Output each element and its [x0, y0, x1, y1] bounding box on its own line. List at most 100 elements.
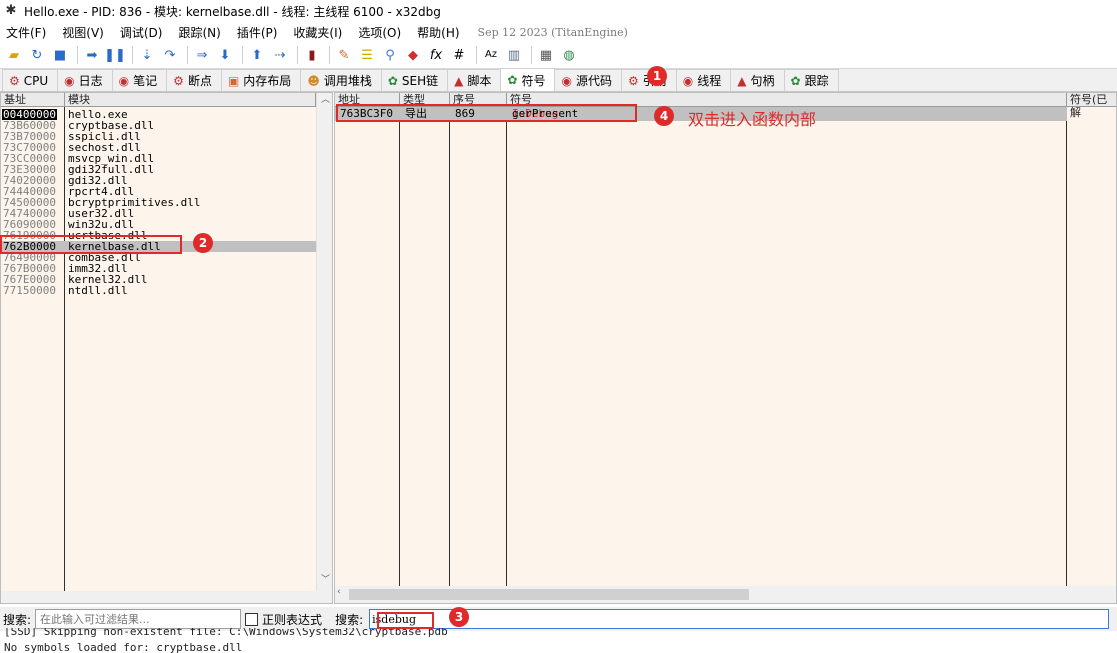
- filter-input[interactable]: [35, 609, 242, 629]
- column-header-symbol-undecorated[interactable]: 符号(已解: [1067, 93, 1116, 119]
- stop-icon[interactable]: ■: [50, 45, 70, 65]
- symbol-search-input[interactable]: isdebug: [369, 609, 1110, 629]
- symbols-horizontal-scrollbar[interactable]: ‹: [335, 586, 1116, 603]
- call-stack-icon: ☻: [307, 73, 320, 88]
- tab-notes[interactable]: ◉ 笔记: [111, 69, 168, 91]
- annotation-box-symbol: [336, 104, 637, 122]
- step-into-icon[interactable]: ⇣: [137, 45, 157, 65]
- tab-bar: ⚙ CPU ◉ 日志 ◉ 笔记 ⚙ 断点 ▣ 内存布局 ☻ 调用堆栈 ✿ SEH链 ▲ 脚本 ✿…: [0, 68, 1117, 92]
- modules-vertical-scrollbar[interactable]: ︿ ﹀: [316, 93, 332, 593]
- bug-icon: ✱: [5, 3, 17, 18]
- handles-icon: ▲: [737, 73, 747, 88]
- annotation-box-search: [377, 612, 434, 629]
- tab-trace[interactable]: ✿ 跟踪: [783, 69, 839, 91]
- annotation-badge: 1: [647, 66, 667, 86]
- hash-icon[interactable]: ▥: [504, 45, 524, 65]
- strings-icon[interactable]: Az: [481, 45, 501, 65]
- annotation-box-module: [0, 235, 182, 254]
- breakpoint-icon: ⚙: [173, 73, 184, 88]
- run-icon[interactable]: ➡: [82, 45, 102, 65]
- menu-debug[interactable]: 调试(D): [120, 24, 163, 41]
- annotation-badge: 2: [193, 233, 213, 253]
- log-line: No symbols loaded for: cryptbase.dll: [4, 641, 243, 653]
- menu-options[interactable]: 选项(O): [358, 24, 401, 41]
- menu-help[interactable]: 帮助(H): [417, 24, 459, 41]
- search-label: 搜索:: [335, 612, 364, 627]
- menu-plugins[interactable]: 插件(P): [237, 24, 278, 41]
- trace-into-icon[interactable]: ⇒: [192, 45, 212, 65]
- toolbar-separator: [531, 46, 532, 64]
- menu-bar: 文件(F) 视图(V) 调试(D) 跟踪(N) 插件(P) 收藏夹(I) 选项(…: [0, 22, 1117, 42]
- cpu-icon: ⚙: [9, 73, 20, 88]
- tab-breakpoints[interactable]: ⚙ 断点: [166, 69, 222, 91]
- menu-view[interactable]: 视图(V): [62, 24, 104, 41]
- column-header-module[interactable]: 模块: [65, 93, 316, 107]
- trace-icon: ✿: [790, 73, 801, 88]
- tab-threads[interactable]: ◉ 线程: [675, 69, 732, 91]
- open-icon[interactable]: ▰: [4, 45, 24, 65]
- patch-icon[interactable]: ✎: [334, 45, 354, 65]
- log-icon: ◉: [64, 73, 75, 88]
- chevron-up-icon[interactable]: ︿: [317, 93, 332, 107]
- step-over-icon[interactable]: ↷: [160, 45, 180, 65]
- scrollbar-thumb[interactable]: [349, 589, 749, 600]
- script-icon: ▲: [454, 73, 464, 88]
- restart-icon[interactable]: ↻: [27, 45, 47, 65]
- menu-favourites[interactable]: 收藏夹(I): [293, 24, 342, 41]
- run-to-user-code-icon[interactable]: ⇢: [270, 45, 290, 65]
- globe-icon[interactable]: ◍: [559, 45, 579, 65]
- menu-trace[interactable]: 跟踪(N): [178, 24, 220, 41]
- toolbar-separator: [187, 46, 188, 64]
- column-divider: [506, 107, 507, 587]
- symbols-panel: 地址 类型 序号 符号 符号(已解 763BC3F0 导出 869 IsDebu…: [334, 92, 1117, 604]
- chevron-left-icon[interactable]: ‹: [337, 587, 341, 597]
- tab-handles[interactable]: ▲ 句柄: [730, 69, 785, 91]
- trace-over-icon[interactable]: ⬇: [215, 45, 235, 65]
- tab-script[interactable]: ▲ 脚本: [447, 69, 502, 91]
- toolbar-separator: [132, 46, 133, 64]
- column-divider: [1066, 107, 1067, 587]
- symbols-icon: ✿: [507, 73, 518, 87]
- threads-icon: ◉: [682, 73, 694, 88]
- toolbar-separator: [297, 46, 298, 64]
- tab-cpu[interactable]: ⚙ CPU: [2, 69, 59, 91]
- build-date: Sep 12 2023 (TitanEngine): [477, 25, 628, 39]
- toolbar-separator: [476, 46, 477, 64]
- module-name: ntdll.dll: [68, 284, 128, 297]
- module-base: 77150000: [3, 284, 56, 297]
- regex-label: 正则表达式: [262, 612, 323, 627]
- calculator-icon[interactable]: ▦: [536, 45, 556, 65]
- labels-icon[interactable]: ⚲: [380, 45, 400, 65]
- modules-panel: 基址 模块 00400000 hello.exe 73B60000 cryptbase…: [0, 92, 333, 604]
- annotation-badge: 3: [449, 607, 469, 627]
- source-icon: ◉: [561, 73, 572, 88]
- title-bar: ✱ Hello.exe - PID: 836 - 模块: kernelbase.…: [0, 0, 1117, 22]
- annotation-badge: 4: [654, 106, 674, 126]
- tab-log[interactable]: ◉ 日志: [57, 69, 113, 91]
- tab-memory-map[interactable]: ▣ 内存布局: [220, 69, 302, 91]
- column-divider: [64, 107, 65, 593]
- tab-symbols[interactable]: ✿ 符号: [500, 68, 556, 91]
- execute-till-return-icon[interactable]: ⬆: [247, 45, 267, 65]
- comments-icon[interactable]: ☰: [357, 45, 377, 65]
- toolbar-separator: [242, 46, 243, 64]
- chevron-down-icon[interactable]: ﹀: [317, 573, 332, 587]
- toolbar-separator: [77, 46, 78, 64]
- annotation-note: 双击进入函数内部: [688, 110, 817, 129]
- tab-call-stack[interactable]: ☻ 调用堆栈: [300, 69, 382, 91]
- column-divider: [449, 107, 450, 587]
- bookmarks-icon[interactable]: ◆: [403, 45, 423, 65]
- tab-seh[interactable]: ✿ SEH链: [380, 69, 449, 91]
- regex-checkbox[interactable]: [245, 612, 259, 626]
- functions-icon[interactable]: fx: [426, 45, 446, 65]
- column-header-base[interactable]: 基址: [1, 93, 65, 107]
- pause-icon[interactable]: ❚❚: [104, 45, 126, 65]
- tab-source[interactable]: ◉ 源代码: [554, 69, 622, 91]
- scylla-icon[interactable]: ▮: [302, 45, 322, 65]
- references-icon: ⚙: [627, 73, 639, 88]
- variables-icon[interactable]: #: [449, 45, 469, 65]
- window-title: Hello.exe - PID: 836 - 模块: kernelbase.dl…: [24, 4, 441, 19]
- modules-horizontal-scrollbar[interactable]: [1, 591, 332, 603]
- menu-file[interactable]: 文件(F): [6, 24, 46, 41]
- notes-icon: ◉: [118, 73, 130, 88]
